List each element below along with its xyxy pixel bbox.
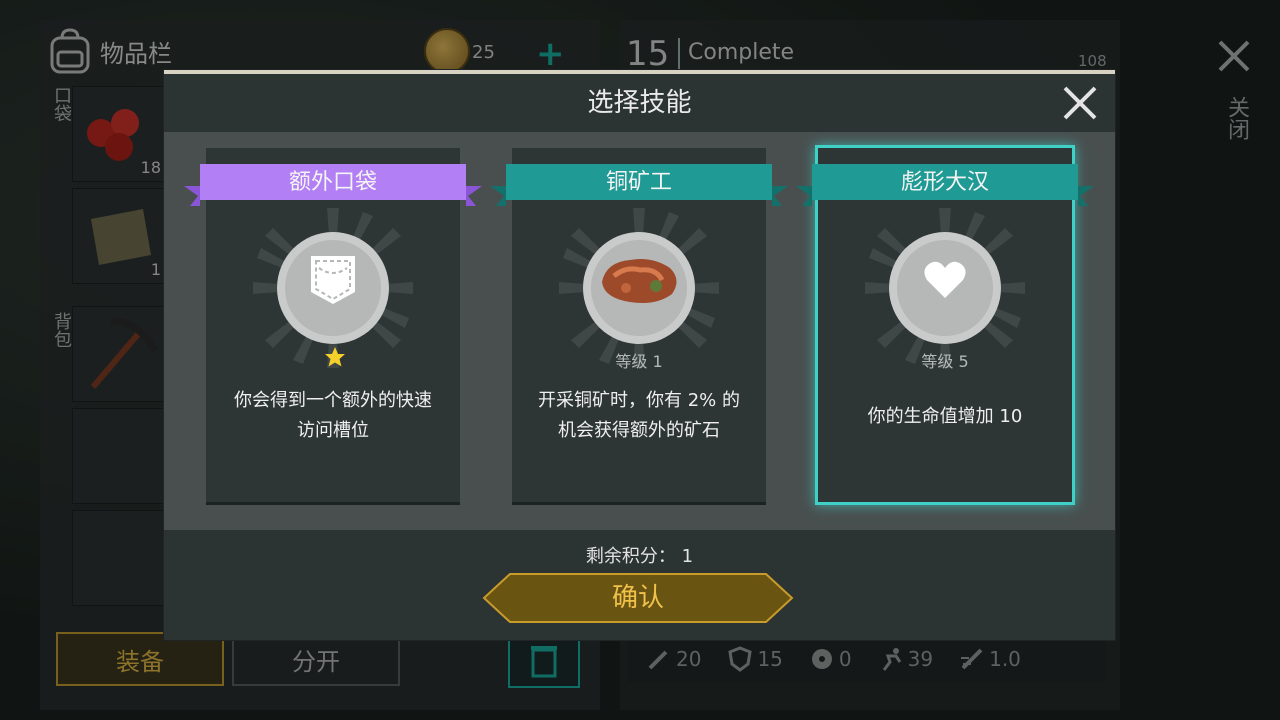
skill-level: 等级 1 <box>615 352 663 371</box>
skill-desc-line1: 开采铜矿时，你有 2% 的 <box>538 390 740 411</box>
skill-desc-line1: 你会得到一个额外的快速 <box>234 390 432 411</box>
modal-title: 选择技能 <box>587 88 692 118</box>
skill-desc-line2: 访问槽位 <box>297 420 369 441</box>
skill-title: 彪形大汉 <box>900 170 989 195</box>
skill-select-modal: 选择技能 额外口袋 你会得到一个额外的快速 访问槽位 铜矿工 等级 1 开采铜矿… <box>164 70 1115 640</box>
close-icon[interactable] <box>1061 84 1099 122</box>
skill-desc-line1: 你的生命值增加 10 <box>867 406 1023 427</box>
skill-title: 铜矿工 <box>605 170 672 195</box>
skill-card-strongman[interactable]: 彪形大汉 等级 5 你的生命值增加 10 <box>796 148 1094 502</box>
confirm-button[interactable] <box>482 572 794 624</box>
skill-level: 等级 5 <box>921 352 969 371</box>
star-icon <box>325 347 345 367</box>
heart-icon <box>924 261 966 298</box>
pocket-icon <box>311 256 355 304</box>
copper-ore-icon <box>602 259 677 303</box>
remaining-points: 剩余积分： 1 <box>585 546 694 567</box>
skill-card-copper-miner[interactable]: 铜矿工 等级 1 开采铜矿时，你有 2% 的 机会获得额外的矿石 <box>490 148 788 502</box>
skill-card-extra-pocket[interactable]: 额外口袋 你会得到一个额外的快速 访问槽位 <box>184 148 482 502</box>
skill-title: 额外口袋 <box>288 170 377 195</box>
skill-desc-line2: 机会获得额外的矿石 <box>558 420 720 441</box>
